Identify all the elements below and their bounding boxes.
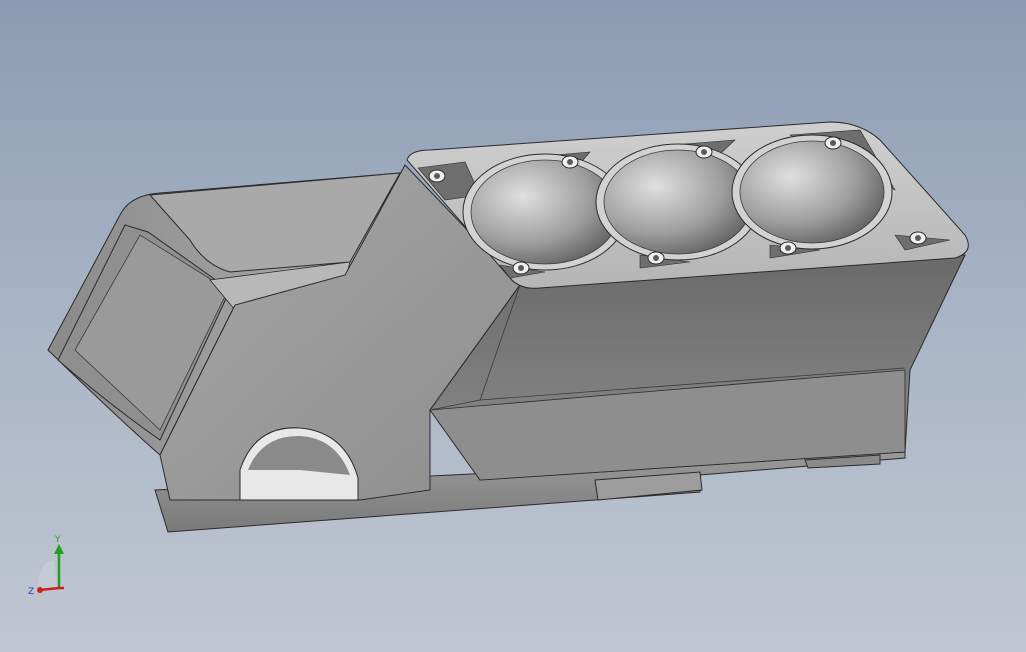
y-axis-label: Y [54,535,61,545]
z-axis-label: Z [28,587,34,597]
graphics-viewport[interactable]: Y Z [0,0,1026,652]
orientation-triad: Y Z [28,535,64,597]
triad-view-cone [38,560,58,590]
engine-block-model[interactable] [0,0,1026,652]
cylinder-bore-3[interactable] [731,134,893,250]
triad-origin [37,587,43,593]
y-axis-arrow [54,544,64,554]
